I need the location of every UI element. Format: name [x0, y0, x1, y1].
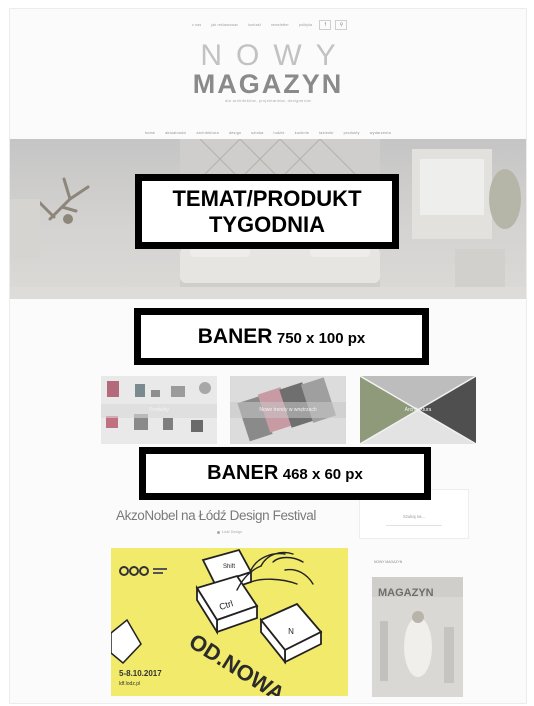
author-icon [217, 530, 220, 534]
top-link-advertising[interactable]: jak reklamować [211, 23, 238, 27]
logo-tagline: dla architektów, projektantów, designeró… [224, 98, 312, 103]
article-image[interactable]: OD.NOWA Ctrl N Shift 5-8.10.2017 ldf.lod… [111, 548, 348, 696]
banner-2-size: 468 x 60 px [282, 466, 363, 483]
magazine-cover-title: MAGAZYN [378, 587, 434, 599]
article-meta-text: Łódź Design [222, 530, 242, 534]
banner-750x100[interactable]: BANER 750 x 100 px [134, 308, 429, 365]
banner-1-label: BANER [197, 324, 273, 348]
nav-item-news[interactable]: aktualności [165, 131, 186, 135]
tile-products-label: Produkty [149, 407, 169, 413]
nav-item-kitchens[interactable]: kuchnie [295, 131, 310, 135]
banner-2-label: BANER [207, 462, 279, 484]
design-festival-poster: OD.NOWA Ctrl N Shift 5-8.10.2017 ldf.lod… [111, 548, 348, 696]
featured-topic-box[interactable]: TEMAT/PRODUKT TYGODNIA [135, 174, 399, 249]
poster-key-n: N [288, 627, 294, 636]
top-link-newsletter[interactable]: newsletter [271, 23, 289, 27]
tile-architecture-label: Architektura [404, 407, 432, 413]
top-link-contact[interactable]: kontakt [248, 23, 261, 27]
magazine-cover-art: MAGAZYN [372, 577, 463, 697]
top-utility-bar: o nas jak reklamować kontakt newsletter … [10, 20, 526, 30]
tile-trends-label: Nowe trendy w wnętrzach [259, 407, 317, 413]
featured-topic-line-2: TYGODNIA [208, 211, 326, 237]
search-icon[interactable]: ⚲ [335, 20, 348, 30]
site-logo[interactable]: NOWY MAGAZYN dla architektów, projektant… [10, 39, 526, 104]
poster-key-shift: Shift [223, 564, 235, 570]
category-tile-trends[interactable]: Nowe trendy w wnętrzach [230, 376, 346, 444]
category-tile-products[interactable]: Produkty [101, 376, 217, 444]
main-navigation: home aktualności architektura design szt… [10, 131, 526, 135]
sidebar-ad-label: NOWY MAGAZYN [374, 560, 403, 564]
nav-item-people[interactable]: ludzie [273, 131, 284, 135]
nav-item-art[interactable]: sztuka [251, 131, 263, 135]
banner-468x60[interactable]: BANER 468 x 60 px [139, 447, 431, 500]
facebook-icon[interactable]: f [319, 20, 332, 30]
poster-date: 5-8.10.2017 [119, 669, 162, 678]
nav-item-events[interactable]: wydarzenia [370, 131, 391, 135]
top-link-policy[interactable]: polityka [299, 23, 312, 27]
article-title[interactable]: AkzoNobel na Łódź Design Festival [116, 508, 316, 523]
logo-line-1: NOWY [200, 39, 350, 72]
poster-site: ldf.lodz.pl [119, 681, 140, 687]
article-meta: Łódź Design [217, 530, 242, 534]
magazine-cover[interactable]: MAGAZYN [372, 577, 463, 697]
nav-item-bathrooms[interactable]: łazienki [319, 131, 333, 135]
nav-item-home[interactable]: home [145, 131, 155, 135]
nav-item-products[interactable]: produkty [344, 131, 360, 135]
category-tile-architecture[interactable]: Architektura [360, 376, 476, 444]
top-link-about[interactable]: o nas [192, 23, 202, 27]
website-page: o nas jak reklamować kontakt newsletter … [9, 8, 527, 704]
featured-topic-line-1: TEMAT/PRODUKT [172, 185, 362, 211]
sidebar-widget-title: Szukaj na... [403, 514, 425, 519]
nav-item-design[interactable]: design [229, 131, 241, 135]
nav-item-architecture[interactable]: architektura [197, 131, 219, 135]
logo-line-2: MAGAZYN [192, 69, 344, 99]
sidebar-widget-divider [386, 525, 442, 526]
banner-1-size: 750 x 100 px [276, 329, 366, 347]
